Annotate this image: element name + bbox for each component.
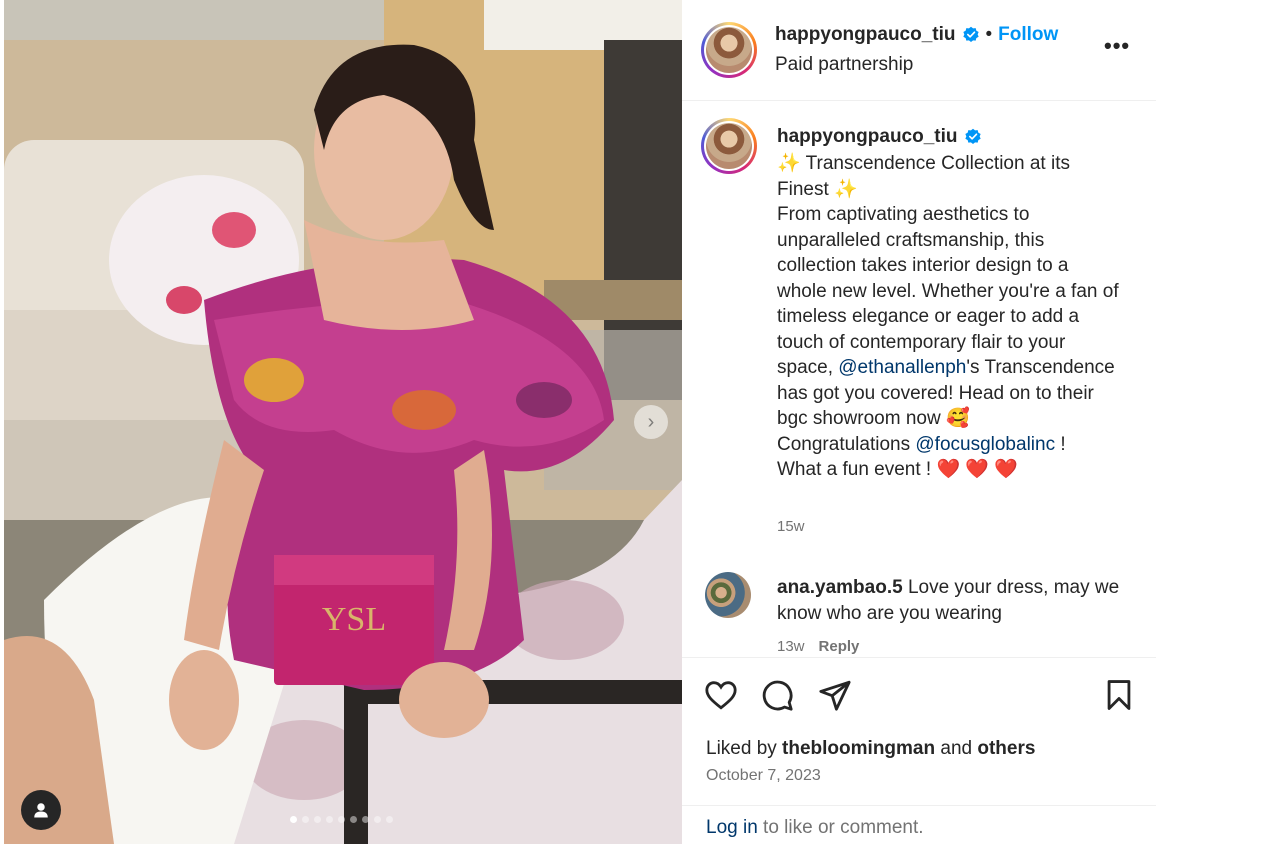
verified-badge-icon [964, 128, 981, 145]
header-separator: • [985, 24, 993, 45]
liked-by-summary: Liked by thebloomingman and others [706, 738, 1035, 760]
caption-author-username[interactable]: happyongpauco_tiu [777, 126, 958, 148]
post-media[interactable]: YSL › [4, 0, 682, 844]
carousel-dot [313, 816, 321, 823]
caption-body-text: From captivating aesthetics to unparalle… [777, 204, 1119, 378]
comment-text: ana.yambao.5 Love your dress, may we kno… [777, 575, 1137, 626]
carousel-dot [373, 816, 381, 823]
mention-ethanallenph[interactable]: @ethanallenph [838, 357, 966, 378]
chevron-right-icon: › [647, 411, 655, 433]
liked-by-others-link[interactable]: others [977, 738, 1035, 759]
login-prompt: Log in to like or comment. [682, 805, 1156, 844]
caption-author-avatar[interactable] [701, 118, 757, 174]
post-side-panel: happyongpauco_tiu • Follow Paid partners… [682, 0, 1156, 844]
liked-by-user-link[interactable]: thebloomingman [782, 738, 935, 759]
carousel-dot [349, 816, 357, 823]
carousel-dot [385, 816, 393, 823]
post-header: happyongpauco_tiu • Follow Paid partners… [682, 0, 1156, 101]
tagged-users-button[interactable] [21, 790, 61, 830]
liked-by-prefix: Liked by [706, 738, 783, 759]
caption-line-body: From captivating aesthetics to unparalle… [777, 202, 1122, 432]
comments-scroll-area[interactable]: happyongpauco_tiu ✨ Transcendence Collec… [682, 102, 1156, 657]
follow-button[interactable]: Follow [998, 24, 1058, 46]
login-link[interactable]: Log in [706, 817, 758, 838]
carousel-dot [361, 816, 369, 823]
verified-badge-icon [962, 26, 979, 43]
caption-timestamp[interactable]: 15w [777, 518, 805, 535]
congrats-text: Congratulations [777, 433, 916, 455]
reply-button[interactable]: Reply [819, 638, 860, 655]
carousel-indicator [4, 816, 680, 823]
caption-line-title: ✨ Transcendence Collection at its Finest… [777, 153, 1070, 200]
paid-partnership-label[interactable]: Paid partnership [775, 54, 913, 76]
like-heart-icon[interactable] [704, 678, 738, 712]
more-options-button[interactable]: ••• [1104, 33, 1130, 59]
caption-text: ✨ Transcendence Collection at its Finest… [777, 151, 1122, 483]
post-photo: YSL [4, 0, 682, 844]
login-prompt-text: to like or comment. [757, 817, 924, 838]
share-paper-plane-icon[interactable] [818, 678, 852, 712]
next-slide-button[interactable]: › [634, 405, 668, 439]
svg-text:YSL: YSL [322, 601, 386, 638]
commenter-username[interactable]: ana.yambao.5 [777, 577, 903, 598]
caption-line-congrats: Congratulations @focusglobalinc ! [777, 432, 1122, 458]
carousel-dot [301, 816, 309, 823]
comment-bubble-icon[interactable] [760, 678, 794, 712]
mention-focusglobalinc[interactable]: @focusglobalinc [915, 434, 1055, 455]
author-avatar[interactable] [701, 22, 757, 78]
carousel-dot [325, 816, 333, 823]
liked-by-and: and [935, 738, 978, 759]
carousel-dot [337, 816, 345, 823]
save-bookmark-icon[interactable] [1102, 678, 1136, 712]
comment-timestamp[interactable]: 13w [777, 638, 805, 655]
author-username-link[interactable]: happyongpauco_tiu [775, 24, 956, 46]
caption-line-closing: What a fun event ! ❤️ ❤️ ❤️ [777, 459, 1019, 480]
post-actions: Liked by thebloomingman and others Octob… [682, 657, 1156, 807]
carousel-dot [289, 816, 297, 823]
post-date[interactable]: October 7, 2023 [706, 767, 821, 785]
congrats-suffix: ! [1055, 433, 1066, 455]
commenter-avatar[interactable] [705, 572, 751, 618]
